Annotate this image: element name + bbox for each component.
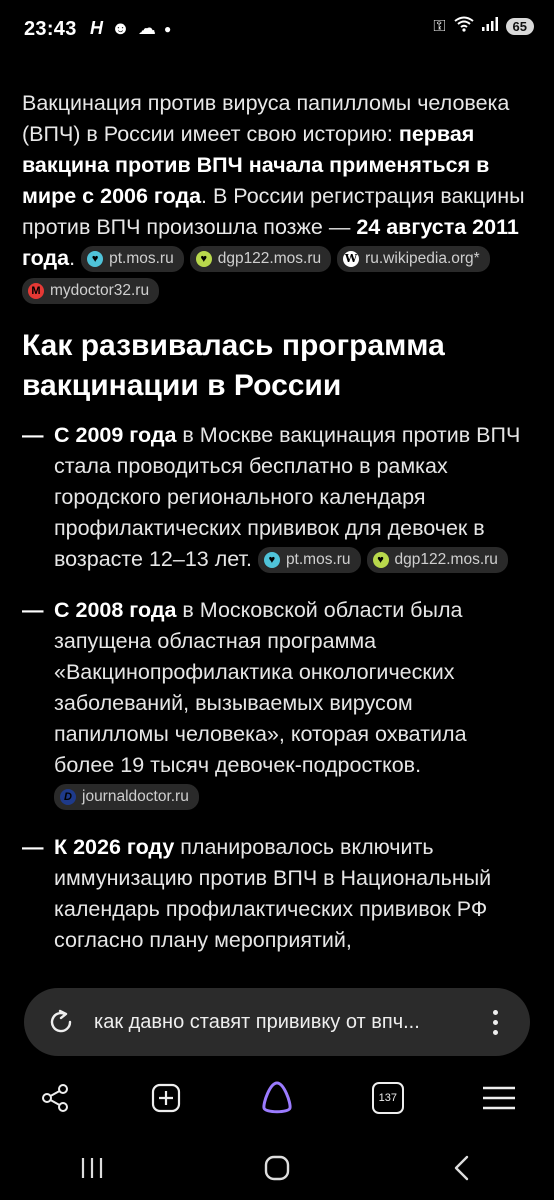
- source-chip-pt-mos[interactable]: ♥ pt.mos.ru: [257, 546, 361, 573]
- menu-icon[interactable]: [469, 1073, 529, 1123]
- back-icon[interactable]: [422, 1146, 502, 1190]
- plus-square-icon[interactable]: [136, 1073, 196, 1123]
- source-chip-dgp122[interactable]: ♥ dgp122.mos.ru: [366, 546, 508, 573]
- list-item: — С 2008 года в Московской области была …: [22, 595, 532, 812]
- history-list: — С 2009 года в Москве вакцинация против…: [22, 420, 532, 957]
- source-chip-wikipedia[interactable]: Wru.wikipedia.org*: [337, 246, 490, 273]
- dgp122-icon: ♥: [195, 251, 212, 268]
- key-icon: ⚿: [433, 17, 446, 35]
- more-vertical-icon[interactable]: [480, 1009, 510, 1035]
- status-right-icons: ⚿ 65: [433, 16, 534, 37]
- query-text[interactable]: как давно ставят прививку от впч...: [94, 1011, 480, 1034]
- source-chip-journaldoctor[interactable]: Djournaldoctor.ru: [54, 784, 199, 811]
- alice-icon[interactable]: [247, 1073, 307, 1123]
- wikipedia-icon: W: [343, 251, 360, 268]
- source-chip-pt-mos[interactable]: ♥ pt.mos.ru: [81, 246, 184, 273]
- mydoctor-icon: M: [28, 282, 44, 299]
- system-nav-bar: [0, 1140, 554, 1196]
- list-dash: —: [22, 597, 44, 622]
- signal-icon: [481, 17, 498, 36]
- status-left-icons: H ☻ ☁ ●: [90, 18, 171, 39]
- article: Вакцинация против вируса папилломы челов…: [0, 88, 554, 956]
- dgp122-icon: ♥: [372, 551, 389, 568]
- source-chip-mydoctor32[interactable]: Mmydoctor32.ru: [22, 277, 160, 304]
- battery-indicator: 65: [505, 18, 534, 35]
- section-heading: Как развивалась программа вакцинации в Р…: [22, 328, 445, 402]
- query-bar[interactable]: как давно ставят прививку от впч...: [24, 988, 530, 1056]
- notification-face-icon: ☻: [111, 18, 130, 38]
- tabs-icon[interactable]: 137: [358, 1073, 418, 1123]
- reload-icon[interactable]: [44, 1005, 78, 1039]
- status-time: 23:43: [24, 18, 77, 40]
- list-dash: —: [22, 835, 44, 860]
- cloud-icon: ☁: [137, 18, 156, 38]
- home-icon[interactable]: [237, 1146, 317, 1190]
- list-item: — С 2009 года в Москве вакцинация против…: [22, 420, 532, 575]
- list-dash: —: [22, 422, 44, 447]
- intro-paragraph: Вакцинация против вируса папилломы челов…: [22, 88, 532, 306]
- wifi-icon: [453, 16, 474, 37]
- tabs-count: 137: [371, 1082, 404, 1114]
- notification-h-icon: H: [90, 18, 103, 38]
- dot-icon: ●: [163, 21, 172, 36]
- browser-toolbar: 137: [0, 1070, 554, 1126]
- recent-apps-icon[interactable]: [52, 1146, 132, 1190]
- pt-mos-icon: ♥: [87, 251, 104, 268]
- share-icon[interactable]: [25, 1073, 85, 1123]
- list-item: — К 2026 году планировалось включить имм…: [22, 832, 532, 956]
- source-chip-dgp122[interactable]: ♥ dgp122.mos.ru: [189, 246, 332, 273]
- answer-content[interactable]: Вакцинация против вируса папилломы челов…: [0, 62, 554, 974]
- journaldoctor-icon: D: [60, 789, 76, 806]
- pt-mos-icon: ♥: [263, 551, 280, 568]
- status-bar: 23:43 H ☻ ☁ ● ⚿ 65: [0, 0, 554, 58]
